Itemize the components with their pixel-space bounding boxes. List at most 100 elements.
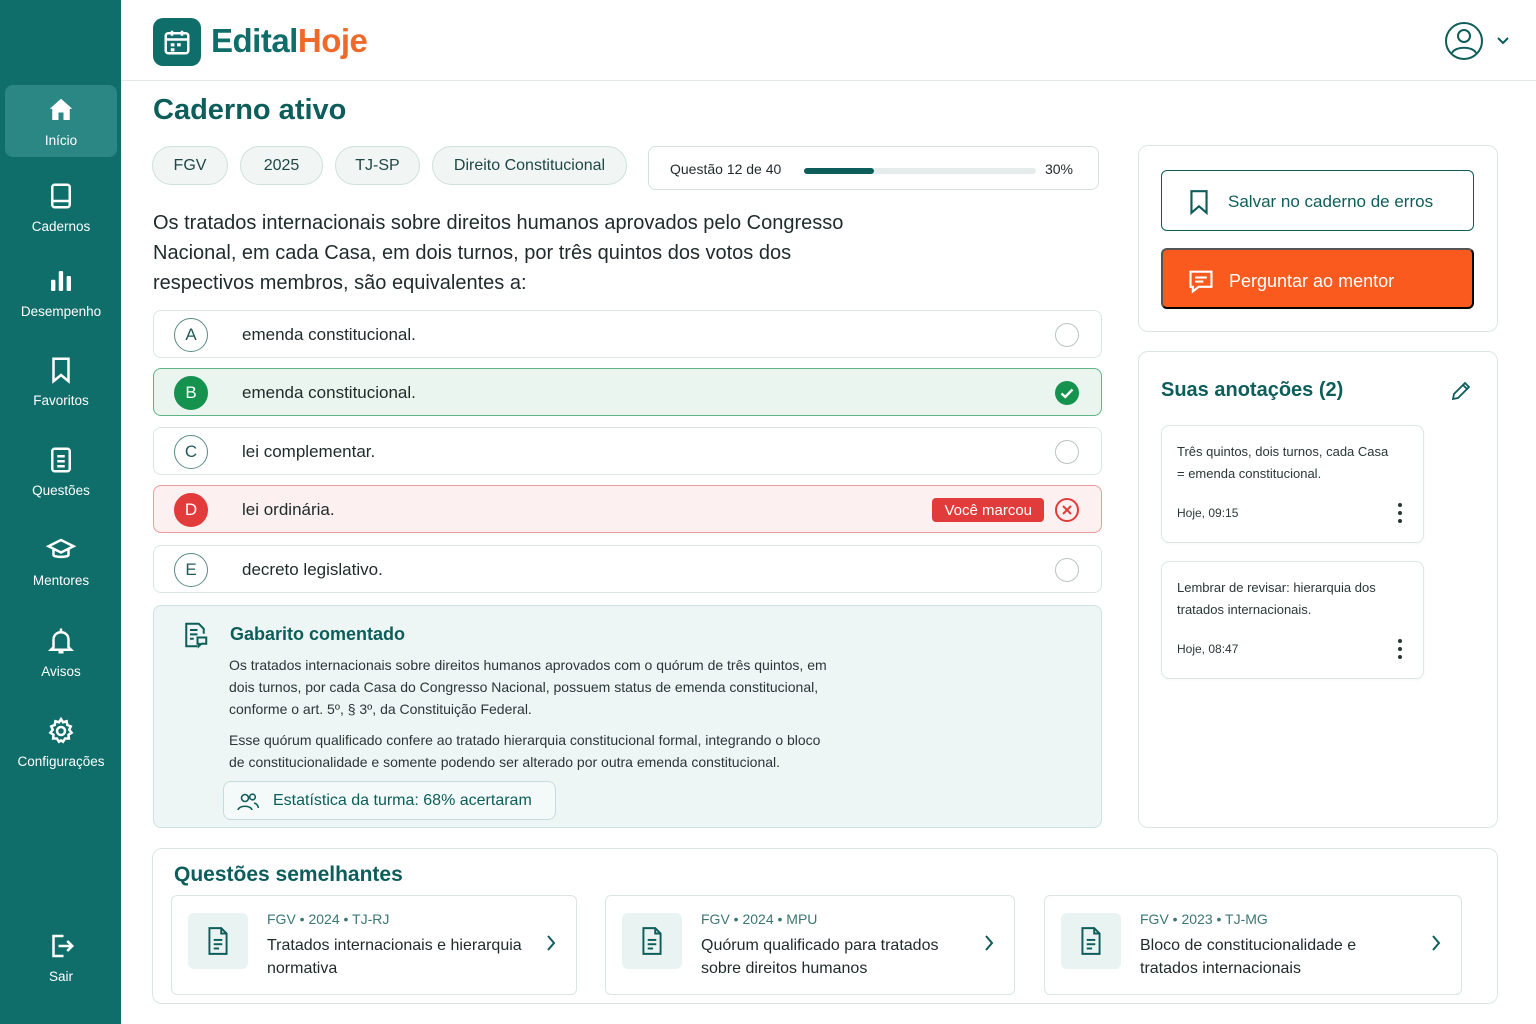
document-icon <box>188 913 248 969</box>
option-letter: A <box>174 318 208 352</box>
sidebar-item-inicio[interactable]: Início <box>5 85 117 157</box>
sidebar-item-label: Cadernos <box>31 219 91 234</box>
progress-bar <box>804 168 1036 174</box>
explanation-panel: Gabarito comentado Os tratados internaci… <box>153 605 1102 828</box>
document-icon <box>51 447 71 473</box>
option-text: decreto legislativo. <box>242 560 383 579</box>
note-text: Três quintos, dois turnos, cada Casa = e… <box>1177 444 1389 481</box>
similar-question-title: Bloco de constitucionalidade e tratados … <box>1140 937 1357 977</box>
gear-icon <box>48 716 74 744</box>
question-text: Os tratados internacionais sobre direito… <box>153 212 844 294</box>
option-a[interactable]: A emenda constitucional. <box>153 310 1102 358</box>
radio-button[interactable] <box>1055 558 1079 582</box>
ask-mentor-button[interactable]: Perguntar ao mentor <box>1161 248 1474 309</box>
class-statistics[interactable]: Estatística da turma: 68% acertaram <box>223 781 556 820</box>
save-to-error-notebook-button[interactable]: Salvar no caderno de erros <box>1161 170 1474 231</box>
similar-question-card[interactable]: FGV • 2023 • TJ-MG Bloco de constitucion… <box>1044 895 1462 995</box>
document-icon <box>1061 913 1121 969</box>
option-c[interactable]: C lei complementar. <box>153 427 1102 475</box>
tag-banca[interactable]: FGV <box>152 146 228 185</box>
explanation-paragraph-1: Os tratados internacionais sobre direito… <box>229 657 827 717</box>
chat-icon <box>1189 270 1213 294</box>
chevron-right-icon <box>547 935 556 951</box>
note-card[interactable]: Lembrar de revisar: hierarquia dos trata… <box>1161 561 1424 679</box>
bookmark-icon <box>1190 190 1208 216</box>
notebook-icon <box>51 183 71 209</box>
explanation-title: Gabarito comentado <box>230 624 406 644</box>
marked-badge: Você marcou <box>932 498 1044 522</box>
user-avatar-icon[interactable] <box>1444 21 1484 61</box>
similar-question-title: Tratados internacionais e hierarquia nor… <box>267 937 522 977</box>
option-text: lei complementar. <box>242 442 376 461</box>
sidebar-item-questoes[interactable]: Questões <box>5 435 117 507</box>
bar-chart-icon <box>51 271 71 291</box>
similar-questions: Questões semelhantes FGV • 2024 • TJ-RJ … <box>152 848 1498 1004</box>
more-options-icon[interactable] <box>1397 638 1403 660</box>
progress-fill <box>804 168 874 174</box>
option-letter: C <box>174 435 208 469</box>
note-card[interactable]: Três quintos, dois turnos, cada Casa = e… <box>1161 425 1424 543</box>
explanation-paragraph-2: Esse quórum qualificado confere ao trata… <box>229 732 821 770</box>
option-b[interactable]: B emenda constitucional. <box>153 368 1102 416</box>
option-text: lei ordinária. <box>242 500 335 519</box>
brand-part2: Hoje <box>297 22 368 59</box>
app-logo[interactable]: EditalHoje <box>211 22 368 60</box>
check-circle-icon <box>1055 381 1079 405</box>
document-icon <box>622 913 682 969</box>
similar-question-title: Quórum qualificado para tratados sobre d… <box>701 937 939 977</box>
class-statistics-text: Estatística da turma: 68% acertaram <box>273 792 532 809</box>
logout-button[interactable]: Sair <box>5 921 117 993</box>
bookmark-icon <box>52 357 70 384</box>
pencil-icon[interactable] <box>1449 379 1473 403</box>
question-progress: Questão 12 de 40 30% <box>648 146 1099 190</box>
more-options-icon[interactable] <box>1397 502 1403 524</box>
note-time: Hoje, 08:47 <box>1177 642 1239 656</box>
option-letter: D <box>174 493 208 527</box>
similar-question-card[interactable]: FGV • 2024 • TJ-RJ Tratados internaciona… <box>171 895 577 995</box>
sidebar-item-label: Mentores <box>32 573 90 588</box>
top-header: EditalHoje <box>121 0 1536 81</box>
option-text: emenda constitucional. <box>242 383 416 402</box>
notes-title: Suas anotações (2) <box>1161 379 1344 401</box>
sidebar-item-mentores[interactable]: Mentores <box>5 525 117 597</box>
similar-meta: FGV • 2024 • TJ-RJ <box>267 911 390 927</box>
sidebar-item-label: Desempenho <box>20 304 102 319</box>
sidebar-item-cadernos[interactable]: Cadernos <box>5 171 117 243</box>
actions-card: Salvar no caderno de erros Perguntar ao … <box>1138 145 1498 332</box>
similar-title: Questões semelhantes <box>174 863 403 886</box>
logout-label: Sair <box>48 969 73 984</box>
bell-icon <box>47 628 75 654</box>
option-letter: B <box>174 376 208 410</box>
chevron-right-icon <box>985 935 994 951</box>
graduation-cap-icon <box>45 538 77 559</box>
chevron-down-icon[interactable] <box>1496 36 1510 46</box>
sidebar-item-label: Questões <box>32 483 90 498</box>
save-button-label: Salvar no caderno de erros <box>1228 192 1434 211</box>
option-e[interactable]: E decreto legislativo. <box>153 545 1102 593</box>
note-time: Hoje, 09:15 <box>1177 506 1239 520</box>
progress-label: Questão 12 de 40 <box>670 161 782 177</box>
note-text: Lembrar de revisar: hierarquia dos trata… <box>1177 580 1376 617</box>
sidebar-item-avisos[interactable]: Avisos <box>5 616 117 688</box>
notes-panel: Suas anotações (2) Três quintos, dois tu… <box>1138 351 1498 828</box>
sidebar-item-label: Início <box>44 133 78 148</box>
sidebar-item-label: Configurações <box>17 754 105 769</box>
option-d[interactable]: D lei ordinária. Você marcou <box>153 485 1102 533</box>
tag-orgao[interactable]: TJ-SP <box>335 146 420 185</box>
sidebar-item-label: Avisos <box>41 664 81 679</box>
x-circle-icon <box>1055 498 1079 522</box>
sidebar-item-configuracoes[interactable]: Configurações <box>5 706 117 778</box>
tag-disciplina[interactable]: Direito Constitucional <box>432 146 627 185</box>
radio-button[interactable] <box>1055 440 1079 464</box>
option-text: emenda constitucional. <box>242 325 416 344</box>
tag-ano[interactable]: 2025 <box>240 146 323 185</box>
sidebar-item-desempenho[interactable]: Desempenho <box>5 256 117 328</box>
similar-meta: FGV • 2023 • TJ-MG <box>1140 911 1268 927</box>
similar-question-card[interactable]: FGV • 2024 • MPU Quórum qualificado para… <box>605 895 1015 995</box>
home-icon <box>49 98 73 120</box>
similar-meta: FGV • 2024 • MPU <box>701 911 818 927</box>
brand-part1: Edital <box>211 22 298 59</box>
radio-button[interactable] <box>1055 323 1079 347</box>
page-title: Caderno ativo <box>153 94 347 126</box>
sidebar-item-favoritos[interactable]: Favoritos <box>5 345 117 417</box>
